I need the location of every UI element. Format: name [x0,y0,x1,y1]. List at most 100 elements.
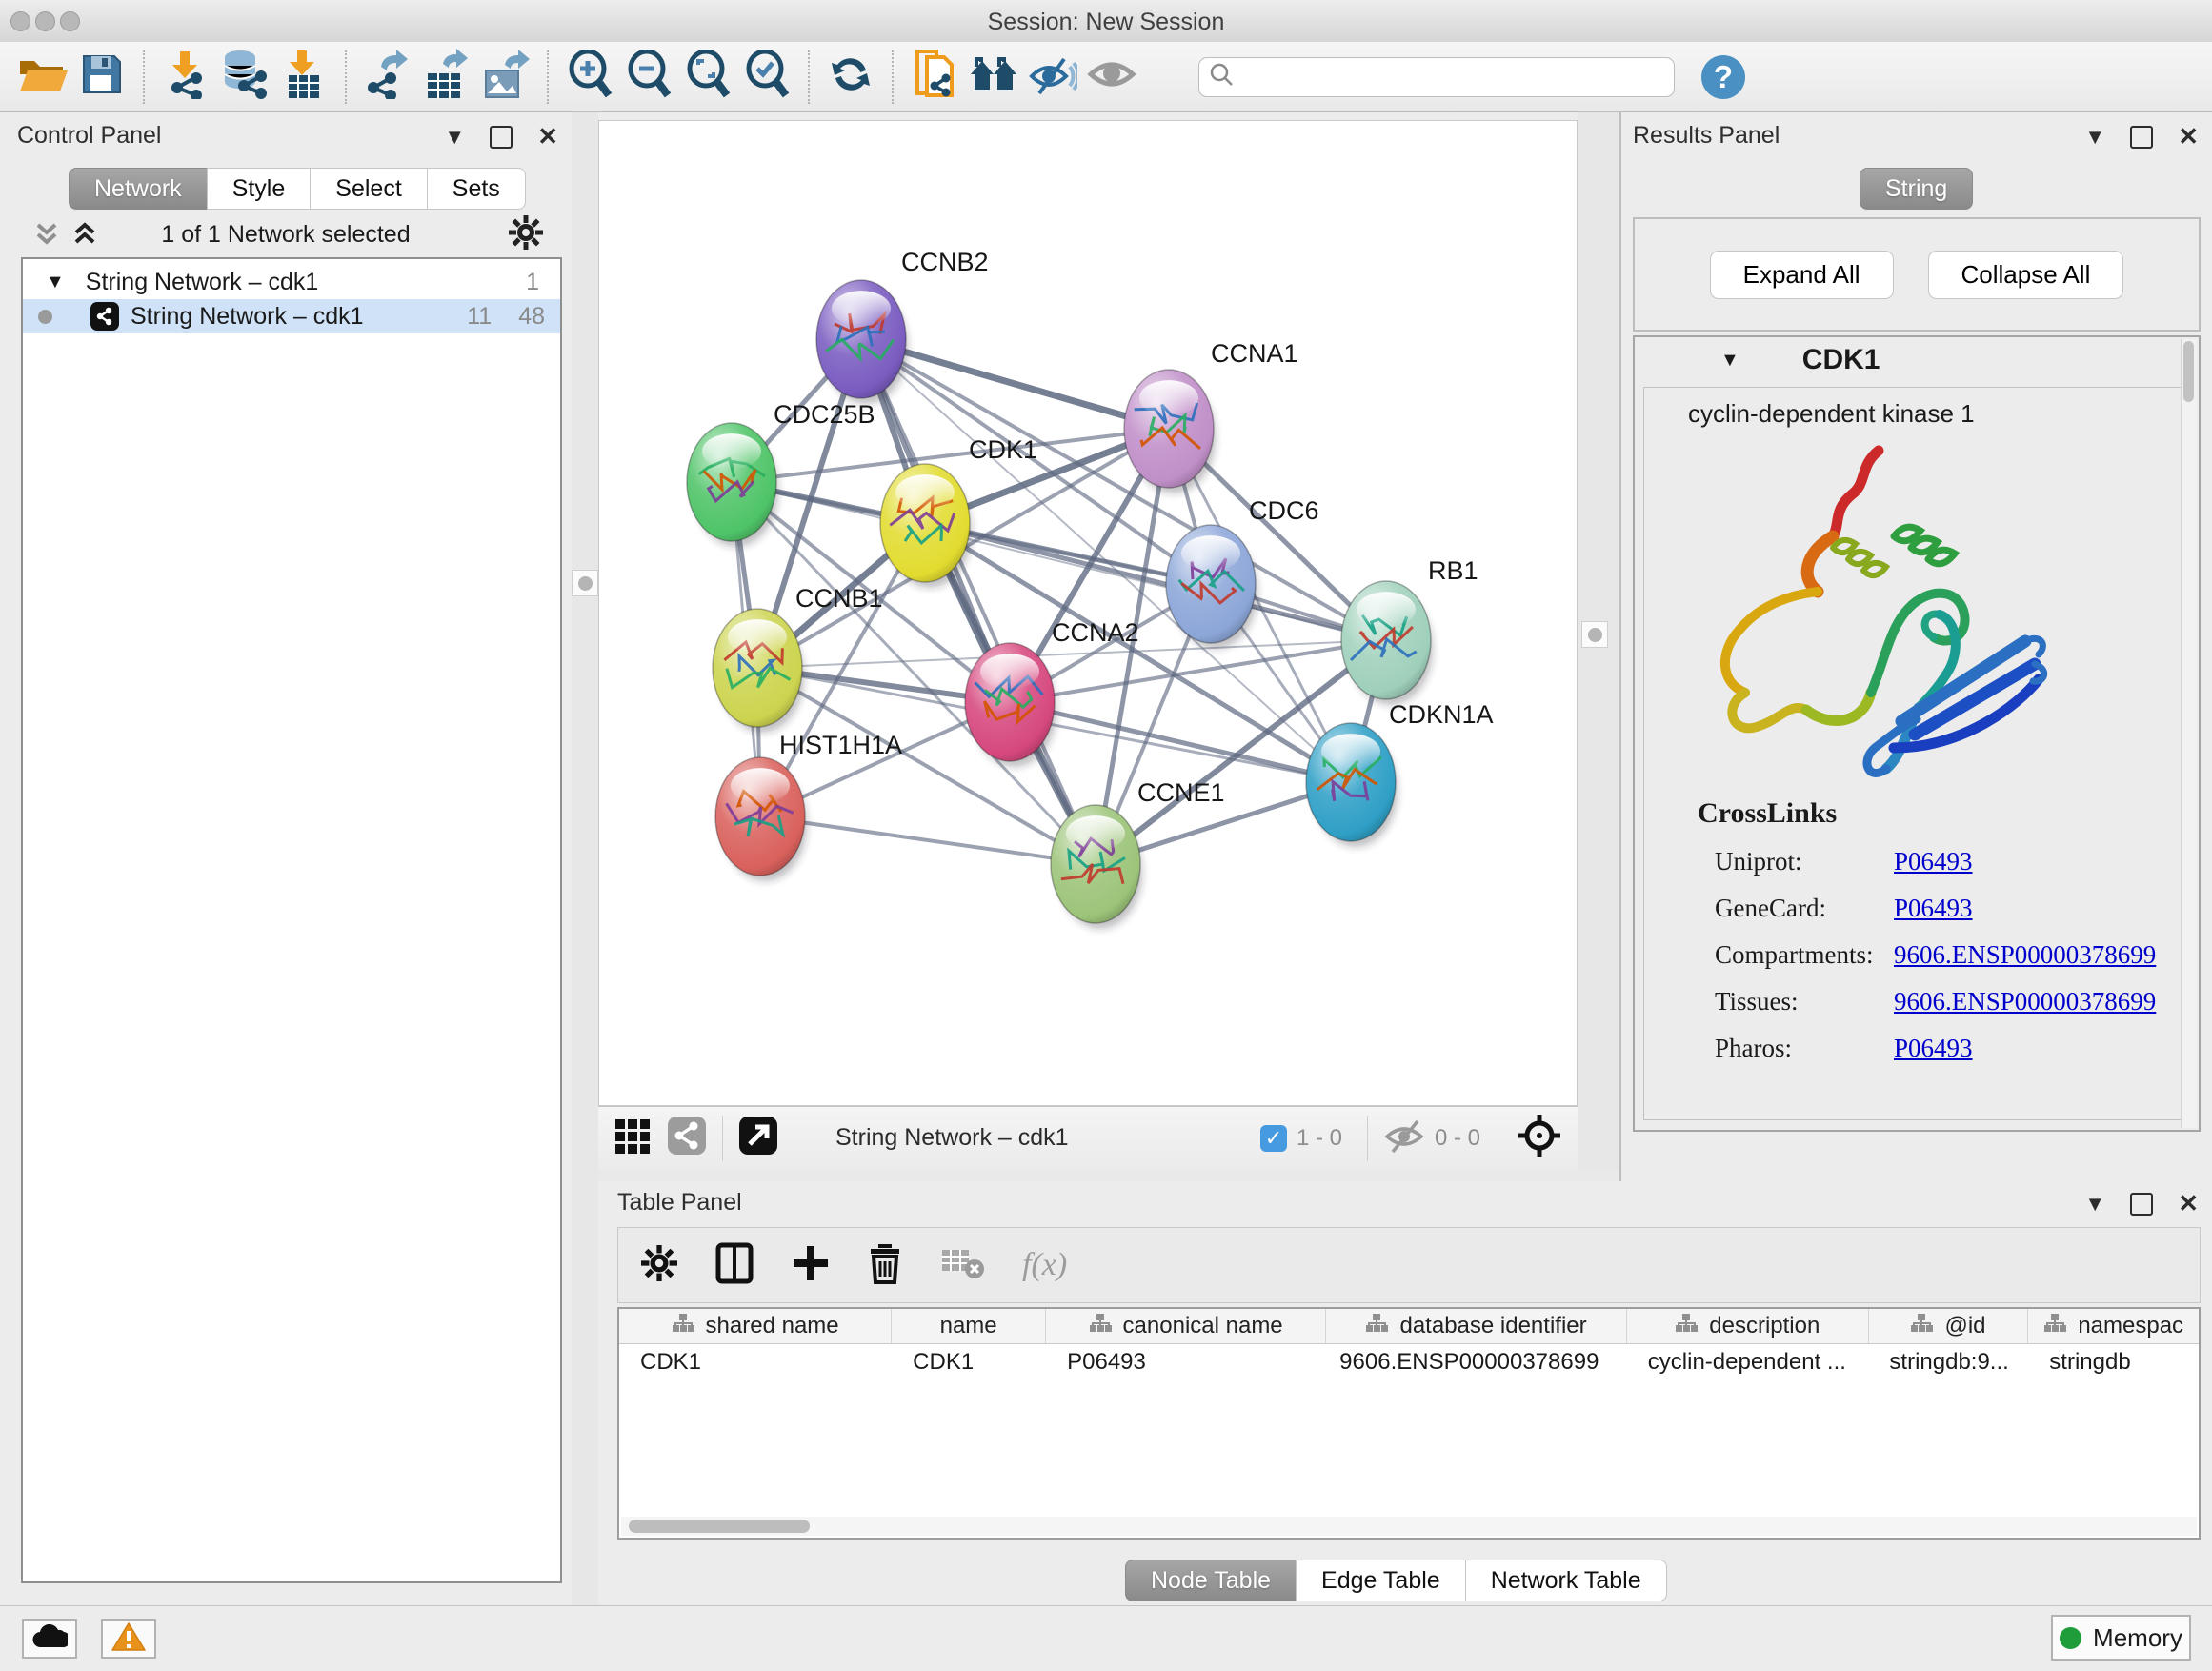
zoom-selected-button[interactable] [737,49,796,106]
table-row[interactable]: CDK1 CDK1 P06493 9606.ENSP00000378699 cy… [619,1344,2199,1380]
search-box[interactable] [1198,57,1675,97]
network-node-CDKN1A[interactable]: CDKN1A [1306,700,1494,847]
network-row-selected[interactable]: String Network – cdk1 11 48 [23,299,560,333]
panel-menu-icon[interactable]: ▼ [444,125,465,150]
duplicate-network-button[interactable] [905,49,964,106]
crosslink-genecard-link[interactable]: P06493 [1894,894,1973,923]
tab-node-table[interactable]: Node Table [1125,1560,1297,1601]
scrollbar-thumb[interactable] [2183,341,2194,402]
cell-database-identifier[interactable]: 9606.ENSP00000378699 [1326,1349,1627,1376]
tab-string[interactable]: String [1860,168,1973,210]
zoom-fit-button[interactable] [678,49,737,106]
network-node-HIST1H1A[interactable]: HIST1H1A [715,731,902,881]
cell-description[interactable]: cyclin-dependent ... [1627,1349,1869,1376]
float-panel-icon[interactable] [490,126,513,149]
network-node-CCNB2[interactable]: CCNB2 [816,248,989,404]
network-edge-CDK1-RB1[interactable] [925,523,1386,640]
tree-expand-icon[interactable]: ▼ [46,272,65,293]
hide-unhide-button[interactable] [1023,49,1082,106]
network-node-CCNA2[interactable]: CCNA2 [965,618,1139,767]
show-columns-icon[interactable] [715,1242,754,1289]
save-session-button[interactable] [72,49,131,106]
delete-table-icon[interactable] [940,1246,984,1285]
cell-namespace[interactable]: stringdb [2028,1349,2199,1376]
delete-column-icon[interactable] [868,1242,902,1289]
network-collection-row[interactable]: ▼ String Network – cdk1 1 [23,265,560,299]
results-scrollbar[interactable] [2181,339,2197,1128]
network-node-CDC25B[interactable]: CDC25B [687,400,875,547]
import-network-button[interactable] [156,49,215,106]
zoom-out-button[interactable] [619,49,678,106]
collapse-all-icon[interactable] [32,219,61,252]
open-session-button[interactable] [13,49,72,106]
close-panel-icon[interactable]: ✕ [2178,1189,2199,1218]
column-header[interactable]: shared name [619,1309,892,1343]
export-image-button[interactable] [476,49,535,106]
import-table-button[interactable] [274,49,333,106]
table-horizontal-scrollbar[interactable] [621,1517,2197,1536]
network-edge-HIST1H1A-CCNE1[interactable] [760,816,1096,864]
network-edge-CCNB2-CCNE1[interactable] [861,339,1096,864]
network-node-CCNE1[interactable]: CCNE1 [1051,778,1225,929]
selected-checkbox-icon[interactable]: ✓ [1260,1125,1287,1152]
cloud-button[interactable] [22,1619,77,1659]
network-overview-button[interactable] [964,49,1023,106]
tab-select[interactable]: Select [310,168,427,210]
panel-menu-icon[interactable]: ▼ [2084,125,2105,150]
tab-sets[interactable]: Sets [427,168,526,210]
crosslink-uniprot-link[interactable]: P06493 [1894,847,1973,876]
search-input[interactable] [1241,63,1664,91]
cell-id[interactable]: stringdb:9... [1868,1349,2028,1376]
scrollbar-thumb[interactable] [629,1520,810,1533]
network-canvas[interactable]: CCNB2CCNA1CDC25BCDK1CDC6RB1CCNB1CCNA2CDK… [598,120,1578,1106]
show-graphics-button[interactable] [1082,49,1141,106]
column-header[interactable]: name [892,1309,1046,1343]
expand-all-icon[interactable] [70,219,99,252]
birds-eye-icon[interactable] [1517,1113,1562,1163]
network-node-CDC6[interactable]: CDC6 [1166,496,1319,649]
function-builder-button[interactable]: f(x) [1022,1247,1067,1283]
open-in-window-icon[interactable] [738,1116,778,1160]
column-header[interactable]: canonical name [1046,1309,1326,1343]
apply-layout-button[interactable] [821,49,880,106]
tab-network[interactable]: Network [69,168,208,210]
add-column-icon[interactable] [792,1244,830,1287]
column-header[interactable]: database identifier [1326,1309,1627,1343]
crosslink-compartments-link[interactable]: 9606.ENSP00000378699 [1894,940,2156,970]
collapse-entry-icon[interactable]: ▼ [1720,350,1739,372]
panel-menu-icon[interactable]: ▼ [2084,1192,2105,1217]
cell-name[interactable]: CDK1 [892,1349,1046,1376]
collapse-all-button[interactable]: Collapse All [1928,251,2124,299]
cell-canonical-name[interactable]: P06493 [1046,1349,1326,1376]
tab-network-table[interactable]: Network Table [1465,1560,1667,1601]
close-panel-icon[interactable]: ✕ [2178,122,2199,151]
column-header[interactable]: description [1627,1309,1869,1343]
crosslink-pharos-link[interactable]: P06493 [1894,1034,1973,1063]
gene-entry-header[interactable]: ▼ CDK1 [1635,337,2199,383]
crosslink-tissues-link[interactable]: 9606.ENSP00000378699 [1894,987,2156,1017]
column-header[interactable]: namespac [2028,1309,2199,1343]
close-panel-icon[interactable]: ✕ [537,122,558,151]
warning-button[interactable] [101,1619,156,1659]
network-node-CCNB1[interactable]: CCNB1 [713,584,883,733]
memory-button[interactable]: Memory [2051,1615,2191,1661]
import-network-from-database-button[interactable] [215,49,274,106]
tab-style[interactable]: Style [207,168,312,210]
zoom-in-button[interactable] [560,49,619,106]
options-gear-icon[interactable] [509,215,543,254]
float-panel-icon[interactable] [2130,126,2153,149]
network-badge-icon[interactable] [667,1116,707,1160]
column-header[interactable]: @id [1869,1309,2029,1343]
export-network-button[interactable] [358,49,417,106]
network-edge-RB1-CCNA2[interactable] [1010,640,1386,702]
network-node-RB1[interactable]: RB1 [1341,556,1478,705]
splitter-handle-icon[interactable] [1588,628,1602,642]
table-options-gear-icon[interactable] [641,1245,677,1286]
export-table-button[interactable] [417,49,476,106]
left-splitter[interactable] [572,112,598,1605]
network-edge-CCNA2-CDKN1A[interactable] [1010,702,1351,782]
help-button[interactable]: ? [1701,55,1745,99]
splitter-handle-icon[interactable] [578,576,593,591]
float-panel-icon[interactable] [2130,1193,2153,1216]
grid-view-icon[interactable] [613,1116,654,1160]
